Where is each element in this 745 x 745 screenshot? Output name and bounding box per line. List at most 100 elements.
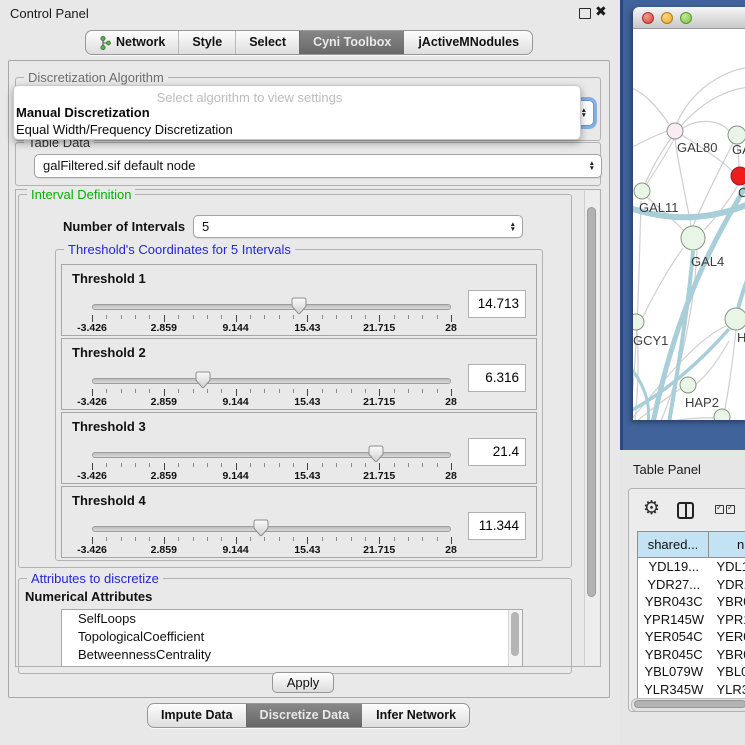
threshold-value-field[interactable]: 6.316 <box>468 364 526 392</box>
network-node-hap2[interactable] <box>680 377 696 393</box>
cell-shared-name[interactable]: YPR145W <box>638 611 710 629</box>
network-node-label: GAL11 <box>639 200 679 215</box>
table-row[interactable]: YER054CYER0 <box>638 628 745 646</box>
cell-shared-name[interactable]: YDR27... <box>638 576 710 594</box>
tab-select[interactable]: Select <box>235 31 299 54</box>
vertical-scrollbar[interactable] <box>584 191 599 665</box>
network-edge[interactable] <box>643 248 683 317</box>
threshold-value-field[interactable]: 11.344 <box>468 512 526 540</box>
number-of-intervals-combobox[interactable]: 5 ▲▼ <box>193 215 523 238</box>
tab-style[interactable]: Style <box>178 31 235 54</box>
network-edge[interactable] <box>677 67 745 123</box>
float-window-icon[interactable] <box>579 8 591 19</box>
attributes-listbox[interactable]: SelfLoopsTopologicalCoefficientBetweenne… <box>61 609 523 667</box>
cell-name[interactable]: YBL0 <box>710 663 745 681</box>
table-row[interactable]: YBR045CYBR0 <box>638 646 745 664</box>
network-window-titlebar[interactable] <box>633 7 745 29</box>
slider-track[interactable] <box>92 378 451 384</box>
network-window[interactable]: GAL80GACGAL11GAL4GCY1HHAP2 <box>633 7 745 420</box>
tab-impute-data[interactable]: Impute Data <box>148 704 246 727</box>
attribute-item[interactable]: SelfLoops <box>62 610 522 628</box>
vertical-scrollbar-thumb[interactable] <box>587 207 596 597</box>
network-graph[interactable]: GAL80GACGAL11GAL4GCY1HHAP2 <box>633 29 745 420</box>
slider-tick-label: 9.144 <box>222 470 248 482</box>
cell-name[interactable]: YPR1 <box>710 611 745 629</box>
network-node-label: GA <box>732 142 745 157</box>
network-node-c[interactable] <box>731 167 745 185</box>
slider-thumb[interactable] <box>368 445 384 463</box>
network-canvas[interactable]: GAL80GACGAL11GAL4GCY1HHAP2 <box>633 29 745 420</box>
cell-shared-name[interactable]: YDL19... <box>638 558 710 576</box>
algorithm-option-equal-width[interactable]: Equal Width/Frequency Discretization <box>16 122 233 137</box>
network-edge[interactable] <box>633 131 667 149</box>
horizontal-scrollbar[interactable] <box>631 698 745 712</box>
column-header-shared-name[interactable]: shared... <box>637 531 709 558</box>
cell-name[interactable]: YDR2 <box>710 576 745 594</box>
table-row[interactable]: YBR043CYBR0 <box>638 593 745 611</box>
cell-shared-name[interactable]: YBR043C <box>638 593 710 611</box>
network-edge[interactable] <box>633 418 714 420</box>
cell-shared-name[interactable]: YLR345W <box>638 681 710 699</box>
cell-name[interactable]: YBR0 <box>710 646 745 664</box>
apply-button[interactable]: Apply <box>272 672 334 693</box>
network-edge[interactable] <box>683 121 729 131</box>
slider-tick <box>207 537 208 541</box>
slider-tick <box>135 463 136 467</box>
tab-network[interactable]: Network <box>86 31 178 54</box>
cell-name[interactable]: YDL1 <box>710 558 745 576</box>
network-edge[interactable] <box>646 139 674 185</box>
table-row[interactable]: YDR27...YDR2 <box>638 576 745 594</box>
slider-tick <box>279 537 280 541</box>
slider-thumb[interactable] <box>291 297 307 315</box>
columns-icon[interactable] <box>677 502 694 519</box>
gear-icon[interactable]: ⚙ <box>643 497 660 520</box>
slider-tick <box>293 463 294 467</box>
list-scrollbar-thumb[interactable] <box>511 612 519 656</box>
select-columns-icon[interactable] <box>715 505 735 514</box>
table-row[interactable]: YDL19...YDL1 <box>638 558 745 576</box>
tab-discretize-data[interactable]: Discretize Data <box>246 704 363 727</box>
column-header-name[interactable]: n <box>709 531 745 558</box>
network-node[interactable] <box>714 409 730 420</box>
network-edge-thick[interactable] <box>653 186 745 420</box>
network-edge-thick[interactable] <box>738 270 745 309</box>
tab-cyni-toolbox[interactable]: Cyni Toolbox <box>299 31 404 54</box>
algorithm-option-manual[interactable]: Manual Discretization <box>16 105 150 120</box>
threshold-value-field[interactable]: 21.4 <box>468 438 526 466</box>
table-row[interactable]: YBL079WYBL0 <box>638 663 745 681</box>
threshold-value-field[interactable]: 14.713 <box>468 290 526 318</box>
tab-jactivemnodules[interactable]: jActiveMNodules <box>404 31 532 54</box>
horizontal-scrollbar-thumb[interactable] <box>634 700 745 708</box>
list-scrollbar[interactable] <box>508 610 522 666</box>
cell-name[interactable]: YBR0 <box>710 593 745 611</box>
slider-track[interactable] <box>92 526 451 532</box>
table-row[interactable]: YLR345WYLR3 <box>638 681 745 699</box>
network-node-gal11[interactable] <box>634 183 650 199</box>
slider-thumb[interactable] <box>253 519 269 537</box>
cell-shared-name[interactable]: YBL079W <box>638 663 710 681</box>
cell-name[interactable]: YER0 <box>710 628 745 646</box>
tab-infer-network[interactable]: Infer Network <box>362 704 469 727</box>
slider-tick <box>336 537 337 541</box>
network-node-gal4[interactable] <box>681 226 705 250</box>
close-icon[interactable]: ✖ <box>595 3 607 20</box>
zoom-traffic-light[interactable] <box>680 12 692 24</box>
close-traffic-light[interactable] <box>642 12 654 24</box>
table-row[interactable]: YPR145WYPR1 <box>638 611 745 629</box>
slider-track[interactable] <box>92 304 451 310</box>
cell-name[interactable]: YLR3 <box>710 681 745 699</box>
network-desktop: GAL80GACGAL11GAL4GCY1HHAP2 <box>620 0 745 450</box>
network-edge[interactable] <box>633 87 669 124</box>
network-node-gal80[interactable] <box>667 123 683 139</box>
network-edge[interactable] <box>725 330 736 409</box>
table-data-combobox[interactable]: galFiltered.sif default node ▲▼ <box>34 154 602 178</box>
cell-shared-name[interactable]: YBR045C <box>638 646 710 664</box>
network-node-h[interactable] <box>725 308 745 330</box>
minimize-traffic-light[interactable] <box>661 12 673 24</box>
network-node-gcy1[interactable] <box>633 314 644 330</box>
attribute-item[interactable]: TopologicalCoefficient <box>62 628 522 646</box>
cell-shared-name[interactable]: YER054C <box>638 628 710 646</box>
slider-track[interactable] <box>92 452 451 458</box>
attribute-item[interactable]: BetweennessCentrality <box>62 646 522 664</box>
slider-thumb[interactable] <box>195 371 211 389</box>
